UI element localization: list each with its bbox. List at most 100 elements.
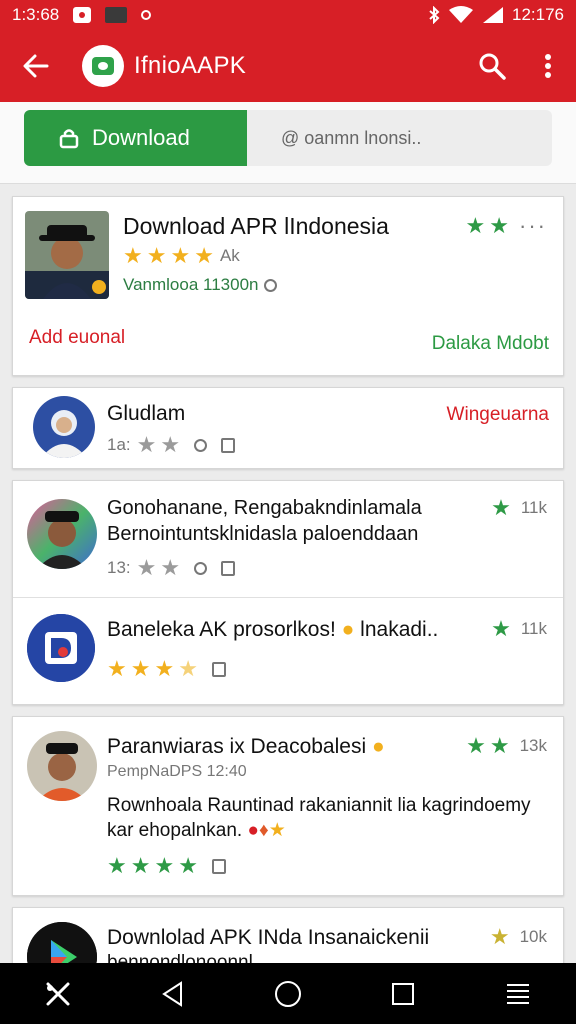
star-icon: ★ xyxy=(489,213,510,238)
item-count: 11k xyxy=(520,498,547,517)
featured-app-card[interactable]: Download APR lIndonesia ★ ★ ★ ★ Ak Vanmlooa… xyxy=(12,196,564,376)
nav-recents-button[interactable] xyxy=(373,963,433,1024)
star-icon: ★ xyxy=(491,495,511,520)
clock-icon xyxy=(264,278,278,292)
star-icon: ★ xyxy=(146,243,167,268)
star-icon: ★ xyxy=(130,656,151,681)
list-item[interactable]: Paranwiaras ix Deacobalesi ● PempNaDPS 1… xyxy=(12,716,564,896)
star-icon: ★ xyxy=(170,243,191,268)
star-icon: ★ xyxy=(489,733,510,758)
star-icon: ★ xyxy=(107,656,127,681)
flag-icon xyxy=(221,560,236,576)
flag-icon xyxy=(221,437,236,453)
item-sub-row: ★ ★ ★ ★ xyxy=(107,658,226,680)
overflow-dots-icon[interactable]: ··· xyxy=(519,213,547,239)
back-button[interactable] xyxy=(0,30,72,102)
item-title: Baneleka AK prosorlkos! ● lnakadi.. xyxy=(107,618,438,642)
item-body-line2: kar ehopalnkan. ●♦★ xyxy=(107,819,286,842)
back-arrow-icon xyxy=(23,54,49,78)
item-avatar xyxy=(27,614,95,682)
item-count: 10k xyxy=(519,927,547,946)
item-right-meta: ★ 10k xyxy=(490,926,547,948)
featured-rating-row: ★ ★ ★ ★ Ak xyxy=(123,245,240,267)
status-time-left: 1:3:68 xyxy=(12,5,60,24)
star-icon: ★ xyxy=(489,924,510,949)
list-group: Gonohanane, Rengabakndinlamala Bernointu… xyxy=(12,480,564,705)
home-nav-icon xyxy=(274,980,301,1007)
star-icon: ★ xyxy=(466,733,486,758)
item-title: Downlolad APK INda Insanaickenii xyxy=(107,926,430,949)
item-count: 11k xyxy=(520,619,547,638)
search-button[interactable] xyxy=(464,30,520,102)
item-body-line1: Rownhoala Rauntinad rakaniannit lia kagr… xyxy=(107,795,531,816)
app-title: IfnioAAPK xyxy=(134,52,247,79)
featured-right-meta: ★ ★ ··· xyxy=(466,213,547,239)
emoji-icon: ● xyxy=(341,618,355,641)
star-icon: ★ xyxy=(194,243,214,268)
nav-assist-button[interactable] xyxy=(28,963,88,1024)
item-avatar xyxy=(33,396,95,458)
item-right-meta: ★ ★ 13k xyxy=(466,735,547,757)
nav-home-button[interactable] xyxy=(258,963,318,1024)
item-title: Gludlam xyxy=(107,402,186,425)
shield-icon xyxy=(59,129,79,149)
emoji-icon: ♦ xyxy=(258,820,269,841)
star-icon: ★ xyxy=(160,432,181,457)
featured-right-link[interactable]: Dalaka Mdobt xyxy=(432,333,549,355)
star-icon: ★ xyxy=(136,432,157,457)
star-icon: ★ xyxy=(136,555,157,580)
item-title: Paranwiaras ix Deacobalesi ● xyxy=(107,735,385,759)
item-title-line2: Bernointuntsklnidasla paloenddaan xyxy=(107,523,419,545)
featured-app-image xyxy=(25,211,109,299)
item-avatar xyxy=(27,731,97,801)
list-item[interactable]: Baneleka AK prosorlkos! ● lnakadi.. ★ ★ ★ ★… xyxy=(13,598,563,704)
wifi-icon xyxy=(449,6,473,23)
more-options-button[interactable] xyxy=(520,30,576,102)
featured-left-link[interactable]: Add euonal xyxy=(29,327,125,349)
item-meta: PempNaDPS 12:40 xyxy=(107,763,247,780)
star-icon: ★ xyxy=(123,243,143,268)
signal-icon xyxy=(483,7,503,23)
emoji-icon: ● xyxy=(247,820,259,841)
back-nav-icon xyxy=(161,980,182,1007)
image-notification-icon xyxy=(105,7,128,23)
item-title: Gonohanane, Rengabakndinlamala xyxy=(107,497,422,519)
assist-icon xyxy=(46,982,70,1005)
bluetooth-icon xyxy=(429,6,440,24)
star-icon: ★ xyxy=(160,555,181,580)
recents-nav-icon xyxy=(392,982,415,1005)
item-sub-row: 1a: ★ ★ xyxy=(107,432,236,457)
sync-icon xyxy=(141,10,152,20)
item-sub: 1a: xyxy=(107,435,131,454)
action-row: Download @ oanmn lnonsi.. xyxy=(0,102,576,184)
item-sub-row: 13: ★ ★ xyxy=(107,555,236,580)
item-title-tail: lnakadi.. xyxy=(360,618,439,641)
nav-back-button[interactable] xyxy=(143,963,203,1024)
featured-app-title: Download APR lIndonesia xyxy=(123,213,389,239)
featured-stars: ★ ★ ★ ★ xyxy=(123,245,214,267)
app-logo-icon xyxy=(82,45,124,87)
item-title-text: Baneleka AK prosorlkos! xyxy=(107,618,336,641)
status-bar: 1:3:68 12:176 xyxy=(0,0,576,30)
clock-icon xyxy=(194,438,208,452)
notification-icon xyxy=(73,7,92,23)
menu-nav-icon xyxy=(507,983,530,1004)
star-half-icon: ★ xyxy=(178,656,198,681)
item-avatar xyxy=(27,499,97,569)
nav-menu-button[interactable] xyxy=(488,963,548,1024)
star-icon: ★ xyxy=(130,853,151,878)
star-icon: ★ xyxy=(107,853,127,878)
list-item[interactable]: Gludlam 1a: ★ ★ Wingeuarna xyxy=(12,387,564,469)
list-item[interactable]: Gonohanane, Rengabakndinlamala Bernointu… xyxy=(13,481,563,597)
featured-meta: Vanmlooa 11300n xyxy=(123,275,259,294)
more-vert-icon xyxy=(545,54,551,78)
star-icon: ★ xyxy=(178,853,198,878)
item-sub-row: ★ ★ ★ ★ xyxy=(107,855,226,877)
star-icon: ★ xyxy=(154,656,175,681)
star-icon: ★ xyxy=(465,213,486,238)
featured-rating-count: Ak xyxy=(219,246,240,265)
item-sub: 13: xyxy=(107,558,131,577)
star-icon: ★ xyxy=(154,853,175,878)
search-input[interactable]: @ oanmn lnonsi.. xyxy=(247,110,552,166)
download-button[interactable]: Download xyxy=(24,110,247,166)
